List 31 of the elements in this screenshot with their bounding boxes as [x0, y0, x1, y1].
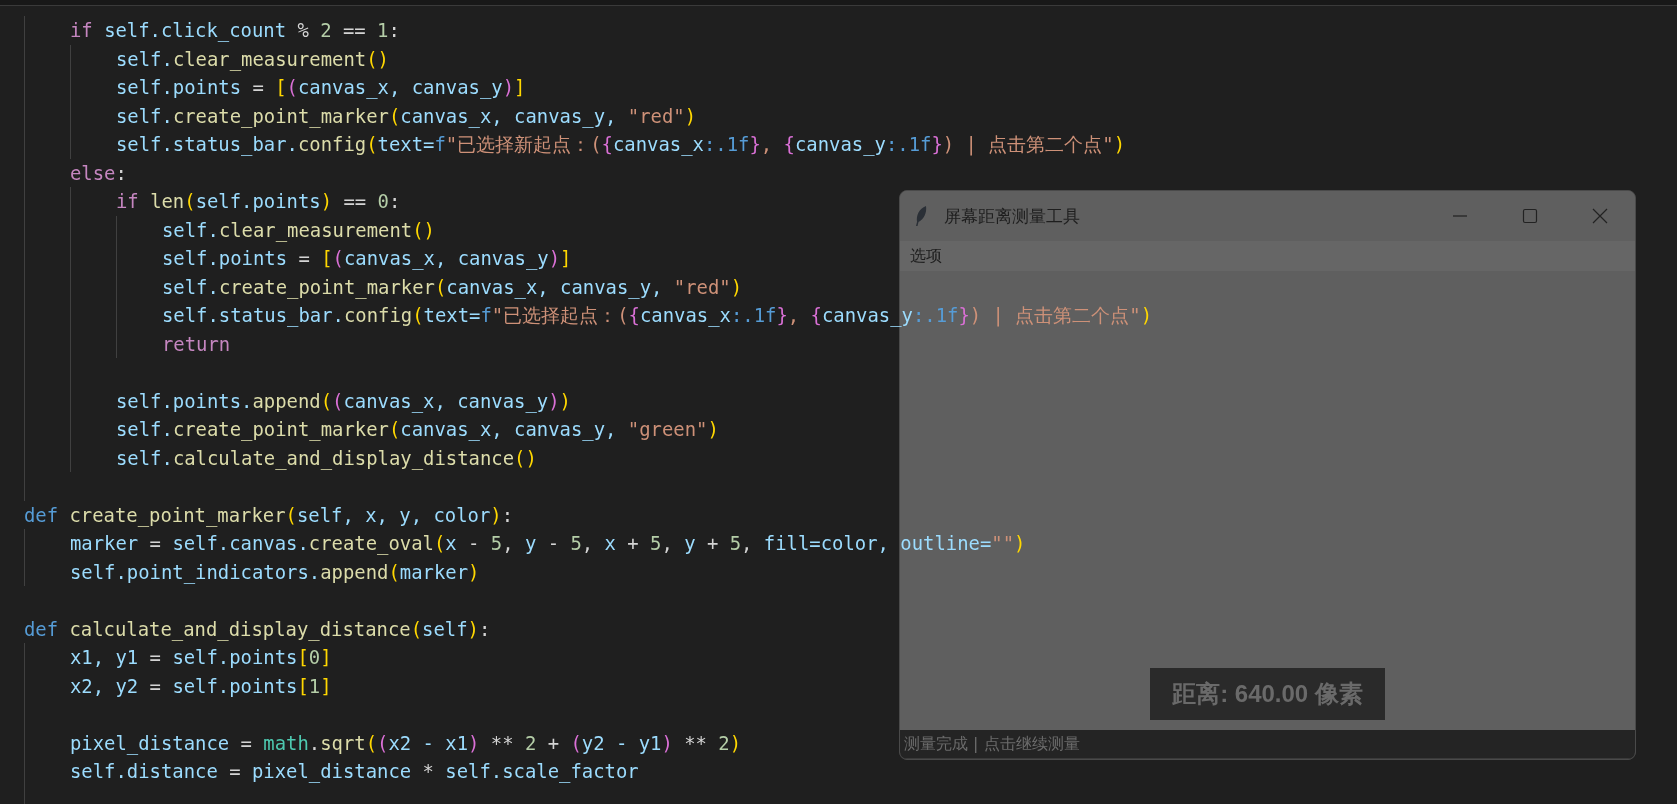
- code-line: self.calculate_and_display_distance(): [116, 445, 537, 472]
- code-line: else:: [70, 160, 127, 186]
- code-line: self.points.append((canvas_x, canvas_y)): [116, 388, 571, 415]
- maximize-icon: [1521, 207, 1539, 225]
- code-line: self.clear_measurement(): [162, 217, 435, 244]
- code-line: x1, y1 = self.points[0]: [70, 645, 332, 670]
- code-line: self.status_bar.config(text=f"已选择新起点：({canvas_x:.1f}, {canvas_y:.1f}) | 点击第二个点"): [116, 132, 1126, 158]
- code-line: if self.click_count % 2 == 1:: [70, 18, 400, 44]
- distance-label: 距离: 640.00 像素: [1150, 668, 1385, 720]
- code-line: self.clear_measurement(): [116, 46, 389, 73]
- code-line: def create_point_marker(self, x, y, color):: [24, 502, 514, 529]
- code-line: self.create_point_marker(canvas_x, canvas_y, "red"): [116, 103, 697, 130]
- feather-icon: [914, 205, 928, 227]
- code-line: self.status_bar.config(text=f"已选择起点：({canvas_x:.1f}, {canvas_y:.1f}) | 点击第二个点"): [162, 303, 1153, 329]
- code-line: return: [162, 331, 231, 357]
- menu-item[interactable]: 选项: [910, 245, 942, 267]
- minimize-icon: [1453, 215, 1467, 217]
- code-line: self.point_indicators.append(marker): [70, 559, 480, 586]
- code-line: marker = self.canvas.create_oval(x - 5, y - 5, x + 5, y + 5, fill=color, outline=""): [70, 531, 1026, 557]
- code-line: def calculate_and_display_distance(self):: [24, 616, 491, 643]
- code-line: self.create_point_marker(canvas_x, canvas_y, "red"): [162, 274, 743, 301]
- status-bar: 测量完成 | 点击继续测量: [900, 730, 1635, 759]
- close-icon: [1591, 207, 1609, 225]
- code-line: if len(self.points) == 0:: [116, 189, 401, 214]
- code-line: x2, y2 = self.points[1]: [70, 673, 332, 699]
- window-title: 屏幕距离测量工具: [944, 204, 1080, 228]
- code-line: self.create_point_marker(canvas_x, canvas_y, "green"): [116, 417, 719, 443]
- code-line: self.points = [(canvas_x, canvas_y)]: [116, 75, 526, 101]
- code-line: self.points = [(canvas_x, canvas_y)]: [162, 246, 572, 272]
- code-line: pixel_distance = math.sqrt((x2 - x1) ** 2 + (y2 - y1) ** 2): [70, 730, 742, 757]
- code-line: self.distance = pixel_distance * self.scale_factor: [70, 759, 639, 785]
